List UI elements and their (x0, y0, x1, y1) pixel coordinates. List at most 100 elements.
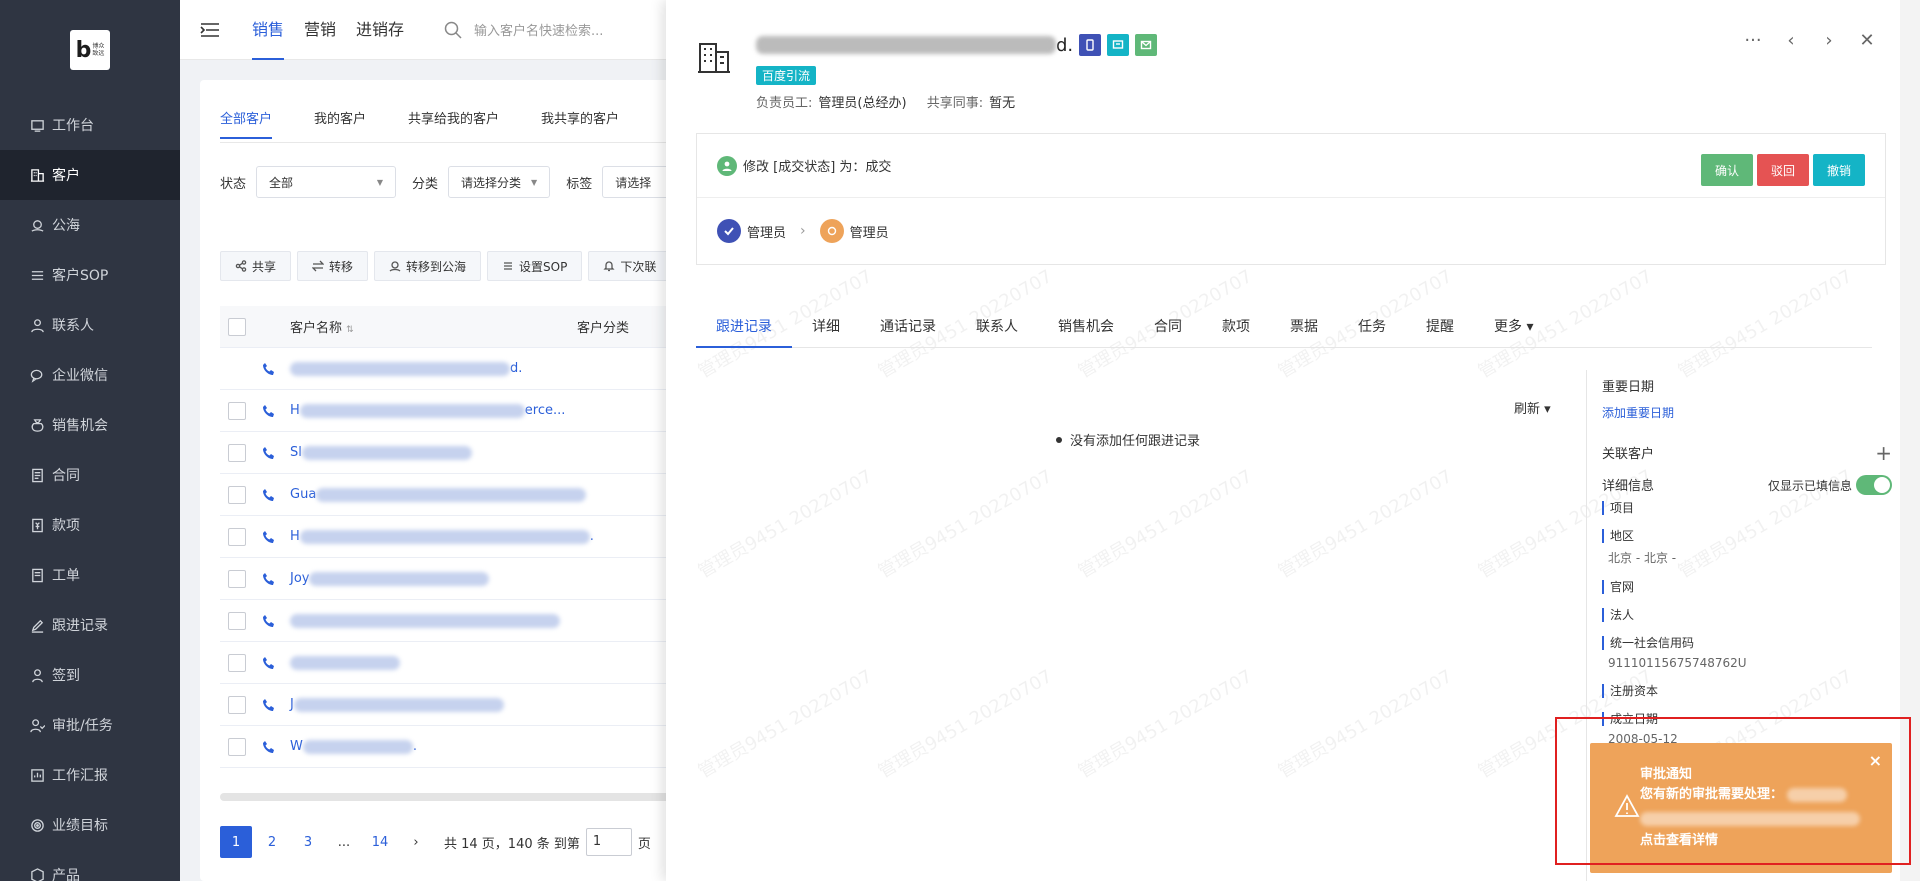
tab-shared-by-me[interactable]: 我共享的客户 (541, 108, 619, 139)
customer-name-link[interactable]: Sl (290, 445, 472, 460)
transfer-button[interactable]: 转移 (297, 251, 369, 281)
phone-icon[interactable] (262, 488, 276, 502)
customer-name-link[interactable] (290, 655, 400, 670)
phone-icon[interactable] (262, 740, 276, 754)
detail-tab-5[interactable]: 合同 (1134, 306, 1202, 348)
email-button[interactable] (1135, 34, 1158, 56)
share-button[interactable]: 共享 (220, 251, 292, 281)
column-customer-category[interactable]: 客户分类 (577, 317, 629, 336)
row-checkbox[interactable] (228, 611, 246, 630)
sidebar-item-5[interactable]: 企业微信 (0, 350, 180, 400)
mobile-button[interactable] (1079, 34, 1102, 56)
customer-name-link[interactable]: Gua (290, 487, 587, 502)
top-tab-marketing[interactable]: 营销 (304, 0, 336, 60)
sidebar-item-12[interactable]: 审批/任务 (0, 700, 180, 750)
sidebar-item-4[interactable]: 联系人 (0, 300, 180, 350)
customer-name-link[interactable] (290, 613, 560, 628)
row-checkbox[interactable] (228, 569, 246, 588)
detail-tab-4[interactable]: 销售机会 (1038, 306, 1134, 348)
customer-name-link[interactable]: Herce... (290, 403, 565, 418)
sidebar-item-14[interactable]: 业绩目标 (0, 800, 180, 850)
sidebar-item-9[interactable]: 工单 (0, 550, 180, 600)
row-checkbox[interactable] (228, 737, 246, 756)
phone-icon[interactable] (262, 530, 276, 544)
page-2[interactable]: 2 (256, 826, 288, 858)
row-checkbox[interactable] (228, 527, 246, 546)
more-icon[interactable]: ··· (1734, 30, 1772, 51)
row-checkbox[interactable] (228, 653, 246, 672)
tab-all-customers[interactable]: 全部客户 (220, 108, 273, 139)
caret-down-icon: ▼ (376, 177, 384, 187)
sidebar-item-8[interactable]: 款项 (0, 500, 180, 550)
detail-tab-2[interactable]: 通话记录 (860, 306, 956, 348)
customer-name-link[interactable]: W. (290, 739, 417, 754)
phone-icon[interactable] (262, 614, 276, 628)
page-14[interactable]: 14 (364, 826, 396, 858)
revoke-button[interactable]: 撤销 (1812, 154, 1865, 186)
reject-button[interactable]: 驳回 (1756, 154, 1809, 186)
sidebar-item-7[interactable]: 合同 (0, 450, 180, 500)
tab-shared-to-me[interactable]: 共享给我的客户 (408, 108, 499, 139)
sop-icon (504, 262, 513, 270)
select-all-checkbox[interactable] (228, 317, 246, 336)
top-tab-sales[interactable]: 销售 (252, 0, 285, 60)
phone-icon[interactable] (262, 404, 276, 418)
phone-icon[interactable] (262, 698, 276, 712)
customer-name-link[interactable]: d. (290, 361, 522, 376)
set-sop-button[interactable]: 设置SOP (487, 251, 583, 281)
customer-name-link[interactable]: Joy (290, 571, 490, 586)
detail-tab-7[interactable]: 票据 (1270, 306, 1338, 348)
next-icon[interactable]: › (1810, 30, 1848, 51)
sidebar-item-3[interactable]: 客户SOP (0, 250, 180, 300)
confirm-button[interactable]: 确认 (1700, 154, 1753, 186)
customer-name-link[interactable]: H. (290, 529, 594, 544)
add-icon[interactable]: + (1875, 441, 1892, 465)
message-button[interactable] (1107, 34, 1130, 56)
collapse-menu-icon[interactable] (200, 22, 220, 38)
search-input[interactable]: 输入客户名快速检索... (474, 20, 603, 39)
sidebar-item-1[interactable]: 客户 (0, 150, 180, 200)
previous-icon[interactable]: ‹ (1772, 30, 1810, 51)
customer-name-link[interactable]: J (290, 697, 504, 712)
row-checkbox[interactable] (228, 401, 246, 420)
page-jump-input[interactable]: 1 (585, 828, 632, 856)
page-ellipsis[interactable]: ... (328, 826, 360, 858)
column-customer-name[interactable]: 客户名称 ⇅ (262, 317, 577, 336)
row-checkbox[interactable] (228, 695, 246, 714)
move-to-sea-button[interactable]: 转移到公海 (374, 251, 482, 281)
detail-tab-9[interactable]: 提醒 (1406, 306, 1474, 348)
row-checkbox[interactable] (228, 485, 246, 504)
status-filter-select[interactable]: 全部 ▼ (256, 166, 397, 198)
top-tab-inventory[interactable]: 进销存 (356, 0, 404, 60)
detail-tab-6[interactable]: 款项 (1202, 306, 1270, 348)
add-important-date-link[interactable]: 添加重要日期 (1602, 404, 1892, 421)
refresh-dropdown[interactable]: 刷新 ▾ (1514, 398, 1551, 417)
sidebar-item-11[interactable]: 签到 (0, 650, 180, 700)
category-filter-select[interactable]: 请选择分类 ▼ (448, 166, 551, 198)
next-page-button[interactable]: › (400, 826, 432, 858)
sidebar-item-0[interactable]: 工作台 (0, 100, 180, 150)
only-filled-toggle[interactable] (1856, 475, 1892, 495)
row-checkbox[interactable] (228, 443, 246, 462)
global-search[interactable]: 输入客户名快速检索... (444, 20, 603, 39)
sidebar-item-15[interactable]: 产品 (0, 850, 180, 881)
page-3[interactable]: 3 (292, 826, 324, 858)
detail-tab-0[interactable]: 跟进记录 (696, 306, 792, 348)
tab-my-customers[interactable]: 我的客户 (314, 108, 366, 139)
phone-icon[interactable] (262, 362, 276, 376)
next-contact-button[interactable]: 下次联 (588, 251, 672, 281)
sidebar-item-13[interactable]: 工作汇报 (0, 750, 180, 800)
detail-tab-8[interactable]: 任务 (1338, 306, 1406, 348)
page-1[interactable]: 1 (220, 826, 252, 858)
sidebar-item-2[interactable]: 公海 (0, 200, 180, 250)
phone-icon[interactable] (262, 656, 276, 670)
close-icon[interactable]: ✕ (1848, 30, 1886, 51)
phone-icon[interactable] (262, 572, 276, 586)
detail-tab-10[interactable]: 更多 ▾ (1474, 306, 1553, 348)
detail-tab-1[interactable]: 详细 (792, 306, 860, 348)
phone-icon[interactable] (262, 446, 276, 460)
app-logo[interactable]: b 博众 致远 (70, 30, 110, 70)
sidebar-item-6[interactable]: 销售机会 (0, 400, 180, 450)
sidebar-item-10[interactable]: 跟进记录 (0, 600, 180, 650)
detail-tab-3[interactable]: 联系人 (956, 306, 1038, 348)
